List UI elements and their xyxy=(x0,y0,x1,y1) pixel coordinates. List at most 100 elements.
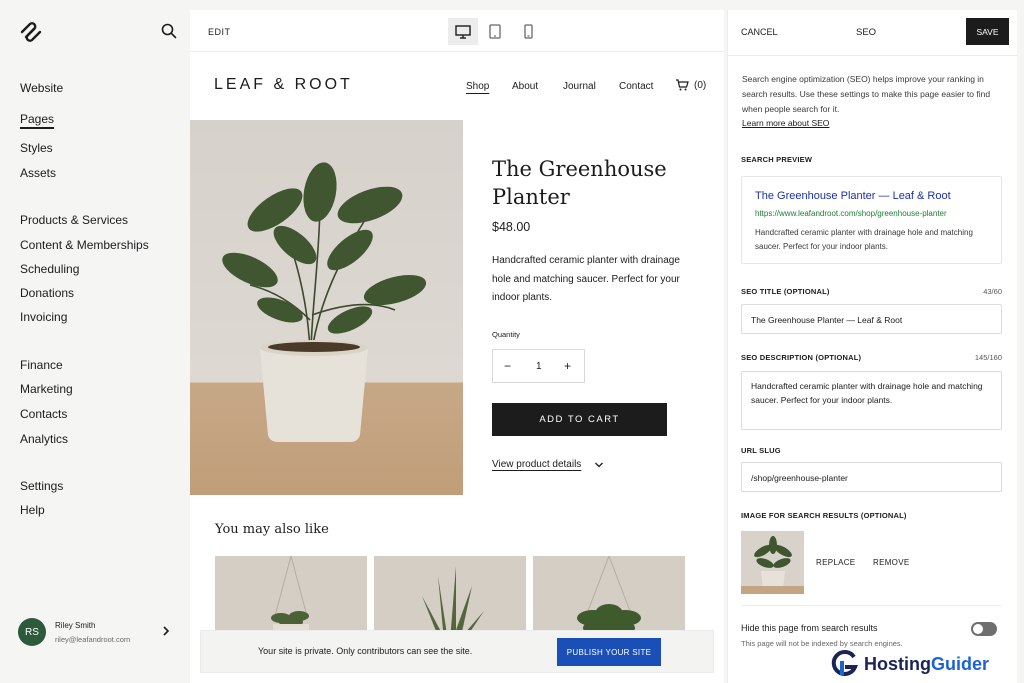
plant-thumbnail-illustration xyxy=(741,536,804,594)
search-image-label: IMAGE FOR SEARCH RESULTS (OPTIONAL) xyxy=(741,511,907,520)
private-site-text: Your site is private. Only contributors … xyxy=(258,646,473,656)
hostingguider-logo-icon xyxy=(831,649,858,676)
hide-from-search-toggle[interactable] xyxy=(971,622,997,636)
seo-panel-header: CANCEL SEO SAVE xyxy=(728,10,1018,56)
url-slug-label: URL SLUG xyxy=(741,446,781,455)
sidebar-item-donations[interactable]: Donations xyxy=(20,286,74,300)
also-like-heading: You may also like xyxy=(215,522,329,537)
mobile-icon xyxy=(523,24,533,39)
seo-intro: Search engine optimization (SEO) helps i… xyxy=(742,74,991,114)
sidebar-item-help[interactable]: Help xyxy=(20,503,45,517)
sidebar-item-assets[interactable]: Assets xyxy=(20,166,56,180)
private-site-banner: Your site is private. Only contributors … xyxy=(200,630,714,673)
publish-button[interactable]: PUBLISH YOUR SITE xyxy=(557,638,661,666)
avatar: RS xyxy=(18,618,46,646)
minus-icon[interactable]: − xyxy=(504,359,511,373)
user-account[interactable]: RS Riley Smith riley@leafandroot.com xyxy=(18,618,178,648)
desktop-icon xyxy=(455,24,471,39)
quantity-stepper: − 1 + xyxy=(492,349,585,383)
sidebar-item-marketing[interactable]: Marketing xyxy=(20,382,73,396)
quantity-value[interactable]: 1 xyxy=(536,361,542,372)
sidebar-item-scheduling[interactable]: Scheduling xyxy=(20,262,79,276)
user-name: Riley Smith xyxy=(55,621,96,630)
sidebar-item-finance[interactable]: Finance xyxy=(20,358,63,372)
chevron-right-icon xyxy=(163,626,170,636)
product-description: Handcrafted ceramic planter with drainag… xyxy=(492,255,680,303)
replace-image-button[interactable]: REPLACE xyxy=(816,558,855,567)
seo-description-count: 145/160 xyxy=(974,353,1002,362)
mobile-view-button[interactable] xyxy=(513,18,543,45)
page-preview: EDIT LEAF & ROOT Shop About Journal Cont… xyxy=(190,10,724,683)
watermark-suffix: Guider xyxy=(931,653,990,674)
seo-title-input[interactable]: The Greenhouse Planter — Leaf & Root xyxy=(741,304,1002,334)
preview-title: The Greenhouse Planter — Leaf & Root xyxy=(755,190,951,202)
remove-image-button[interactable]: REMOVE xyxy=(873,558,909,567)
preview-description: Handcrafted ceramic planter with drainag… xyxy=(755,228,973,251)
seo-panel: CANCEL SEO SAVE Search engine optimizati… xyxy=(727,10,1018,683)
hanging-plant-illustration xyxy=(271,556,309,641)
sidebar-item-products-services[interactable]: Products & Services xyxy=(20,213,128,227)
sidebar-item-website[interactable]: Website xyxy=(20,81,63,95)
product-image xyxy=(190,120,463,495)
cart-count: (0) xyxy=(694,79,707,91)
url-slug-input[interactable]: /shop/greenhouse-planter xyxy=(741,462,1002,492)
site-nav-shop[interactable]: Shop xyxy=(466,81,489,92)
sidebar-item-styles[interactable]: Styles xyxy=(20,141,53,155)
tablet-view-button[interactable] xyxy=(480,18,510,45)
sidebar-item-invoicing[interactable]: Invoicing xyxy=(20,310,67,324)
related-product-2[interactable] xyxy=(374,556,526,641)
hide-from-search-label: Hide this page from search results xyxy=(741,623,878,633)
chevron-down-icon[interactable] xyxy=(594,461,604,469)
site-brand[interactable]: LEAF & ROOT xyxy=(214,76,353,94)
site-header: LEAF & ROOT Shop About Journal Contact (… xyxy=(190,52,724,120)
learn-more-link[interactable]: Learn more about SEO xyxy=(742,118,829,128)
site-nav-contact[interactable]: Contact xyxy=(619,81,653,92)
editor-toolbar: EDIT xyxy=(190,10,724,52)
seo-description-input[interactable]: Handcrafted ceramic planter with drainag… xyxy=(741,371,1002,430)
panel-title: SEO xyxy=(856,27,877,38)
sidebar-item-contacts[interactable]: Contacts xyxy=(20,407,67,421)
view-details-link[interactable]: View product details xyxy=(492,459,581,470)
product-title: The Greenhouse Planter xyxy=(492,157,667,209)
related-product-1[interactable] xyxy=(215,556,367,641)
edit-button[interactable]: EDIT xyxy=(208,27,231,37)
fern-illustration xyxy=(577,556,641,638)
cart-icon xyxy=(676,79,689,91)
watermark-prefix: Hosting xyxy=(864,653,931,674)
site-nav-about[interactable]: About xyxy=(512,81,538,92)
sidebar-item-settings[interactable]: Settings xyxy=(20,479,63,493)
snake-plant-illustration xyxy=(422,566,484,641)
preview-url: https://www.leafandroot.com/shop/greenho… xyxy=(755,209,947,218)
desktop-view-button[interactable] xyxy=(448,18,478,45)
sidebar-item-pages[interactable]: Pages xyxy=(20,112,54,126)
seo-description-label: SEO DESCRIPTION (OPTIONAL) xyxy=(741,353,862,362)
save-button[interactable]: SAVE xyxy=(966,18,1009,45)
squarespace-logo-icon[interactable] xyxy=(18,20,44,44)
plus-icon[interactable]: + xyxy=(564,359,571,373)
product-price: $48.00 xyxy=(492,220,531,234)
cancel-button[interactable]: CANCEL xyxy=(741,27,778,37)
plant-illustration xyxy=(222,162,427,442)
hide-from-search-hint: This page will not be indexed by search … xyxy=(741,639,903,648)
watermark-text: HostingGuider xyxy=(864,654,989,675)
search-preview-card: The Greenhouse Planter — Leaf & Root htt… xyxy=(741,176,1002,264)
quantity-label: Quantity xyxy=(492,330,520,339)
search-icon[interactable] xyxy=(160,22,178,40)
seo-title-count: 43/60 xyxy=(983,287,1002,296)
hostingguider-watermark: HostingGuider xyxy=(830,648,989,680)
related-product-3[interactable] xyxy=(533,556,685,641)
sidebar-item-content-memberships[interactable]: Content & Memberships xyxy=(20,238,149,252)
divider xyxy=(741,605,1002,606)
sidebar: Website Pages Styles Assets Products & S… xyxy=(0,0,190,683)
seo-title-label: SEO TITLE (OPTIONAL) xyxy=(741,287,830,296)
sidebar-item-analytics[interactable]: Analytics xyxy=(20,432,68,446)
app-window: Website Pages Styles Assets Products & S… xyxy=(0,0,1024,683)
cart-button[interactable]: (0) xyxy=(675,79,706,91)
tablet-icon xyxy=(489,24,501,39)
site-nav-journal[interactable]: Journal xyxy=(563,81,596,92)
add-to-cart-button[interactable]: ADD TO CART xyxy=(492,403,667,436)
device-switcher xyxy=(445,18,543,45)
search-preview-label: SEARCH PREVIEW xyxy=(741,155,813,164)
user-email: riley@leafandroot.com xyxy=(55,635,131,644)
search-image-thumbnail xyxy=(741,531,804,594)
